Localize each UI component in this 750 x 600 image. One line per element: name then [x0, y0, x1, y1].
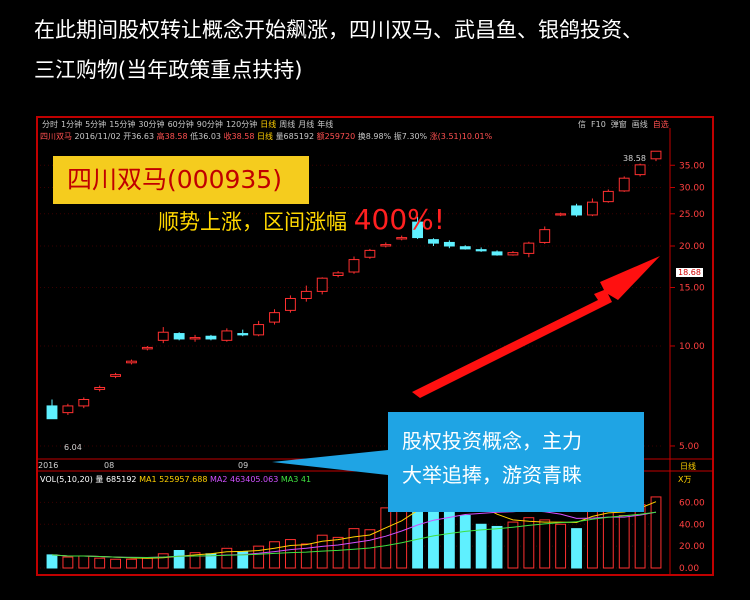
candle-body-10 [205, 335, 217, 340]
volume-bar-21 [380, 507, 392, 569]
volume-bar-19 [348, 528, 360, 569]
candle-body-22 [396, 237, 408, 240]
x-axis-period-label: 日线 [680, 462, 696, 471]
candle-body-11 [221, 330, 233, 341]
volume-bar-1 [62, 556, 74, 569]
volume-legend: VOL(5,10,20) 量 685192 MA1 525957.688 MA2… [40, 474, 311, 485]
volume-bar-26 [459, 515, 471, 569]
gain-text: 顺势上涨，区间涨幅 400%! [158, 203, 445, 236]
price-tick-label-5: 10.00 [679, 342, 705, 352]
volume-bar-0 [46, 554, 58, 569]
candle-body-14 [269, 312, 280, 323]
candle-body-26 [459, 246, 471, 250]
concept-callout: 股权投资概念，主力 大举追捧，游资青睐 [388, 412, 644, 512]
price-tick-label-1: 30.00 [679, 183, 705, 193]
gain-description: 顺势上涨，区间涨幅 [158, 210, 347, 234]
candle-body-7 [157, 331, 169, 341]
high-price-label: 38.58 [623, 154, 646, 163]
volume-bar-4 [110, 558, 122, 569]
volume-bar-14 [269, 541, 280, 569]
callout-line2: 大举追捧，游资青睐 [402, 463, 582, 487]
vol-tick-label-3: 0.00 [679, 564, 699, 574]
volume-bar-38 [650, 496, 662, 569]
volume-value: 量 685192 [95, 475, 137, 484]
low-price-label: 6.04 [64, 443, 82, 452]
candle-body-27 [475, 249, 487, 252]
price-tick-label-3: 20.00 [679, 242, 705, 252]
candle-body-37 [634, 164, 646, 176]
candle-body-18 [332, 272, 344, 277]
price-tick-label-0: 35.00 [679, 161, 705, 171]
candle-body-34 [586, 201, 598, 216]
current-price-tag: 18.68 [676, 268, 703, 277]
candle-body-15 [284, 297, 296, 311]
candle-body-2 [78, 399, 90, 407]
candle-body-16 [300, 290, 312, 299]
volume-bar-7 [157, 553, 169, 569]
ma2-value: MA2 463405.063 [209, 475, 279, 484]
candle-body-28 [491, 251, 503, 256]
candle-body-6 [141, 346, 153, 350]
candle-body-21 [380, 244, 392, 247]
candle-body-3 [94, 386, 106, 390]
candle-body-20 [364, 249, 376, 258]
x-tick-09: 09 [238, 461, 249, 470]
volume-bar-13 [253, 545, 265, 569]
candle-body-38 [650, 150, 662, 160]
volume-bar-8 [173, 550, 185, 569]
vol-tick-label-0: 60.00 [679, 498, 705, 508]
gain-percent: 400%! [353, 203, 445, 236]
volume-bar-5 [126, 558, 137, 569]
price-tick-label-6: 5.00 [679, 442, 699, 452]
volume-bar-29 [507, 521, 519, 569]
candle-body-19 [348, 259, 360, 273]
price-tick-label-4: 15.00 [679, 283, 705, 293]
candle-body-29 [507, 252, 519, 256]
candle-body-0 [46, 405, 58, 420]
callout-line1: 股权投资概念，主力 [402, 429, 582, 453]
candle-body-13 [253, 324, 265, 336]
candle-body-1 [62, 405, 74, 414]
candle-body-35 [602, 190, 614, 203]
volume-bar-36 [618, 515, 630, 569]
volume-bar-15 [284, 539, 296, 569]
price-tick-label-2: 25.00 [679, 210, 705, 220]
candle-body-25 [443, 241, 455, 247]
ma1-value: MA1 525957.688 [139, 475, 208, 484]
volume-bar-6 [141, 557, 153, 569]
volume-bar-2 [78, 555, 90, 569]
candle-body-17 [316, 277, 328, 292]
candle-body-9 [189, 337, 201, 340]
candle-body-5 [126, 360, 137, 364]
volume-bar-31 [539, 519, 551, 569]
volume-bar-25 [443, 510, 455, 569]
ma3-value: MA3 41 [280, 475, 312, 484]
candle-body-30 [523, 242, 535, 254]
volume-bar-33 [571, 528, 582, 569]
vol-tick-label-1: 40.00 [679, 520, 705, 530]
x-tick-2016: 2016 [38, 461, 59, 470]
volume-label: VOL(5,10,20) [40, 475, 93, 484]
candle-body-8 [173, 333, 185, 340]
candle-body-31 [539, 229, 551, 243]
candle-body-33 [571, 205, 582, 216]
volume-bar-3 [94, 557, 106, 569]
trend-arrow-icon [412, 256, 660, 398]
volume-bar-32 [555, 523, 567, 569]
candle-body-12 [237, 333, 249, 336]
candle-body-4 [110, 374, 122, 377]
candle-body-32 [555, 213, 567, 216]
x-tick-08: 08 [104, 461, 115, 470]
volume-bar-18 [332, 536, 344, 569]
volume-bar-27 [475, 523, 487, 569]
candle-body-36 [618, 177, 630, 192]
candle-body-24 [428, 239, 439, 244]
volume-unit-label: X万 [678, 475, 692, 484]
stock-label-box: 四川双马(000935) [53, 156, 309, 204]
volume-bar-28 [491, 525, 503, 569]
vol-tick-label-2: 20.00 [679, 542, 705, 552]
